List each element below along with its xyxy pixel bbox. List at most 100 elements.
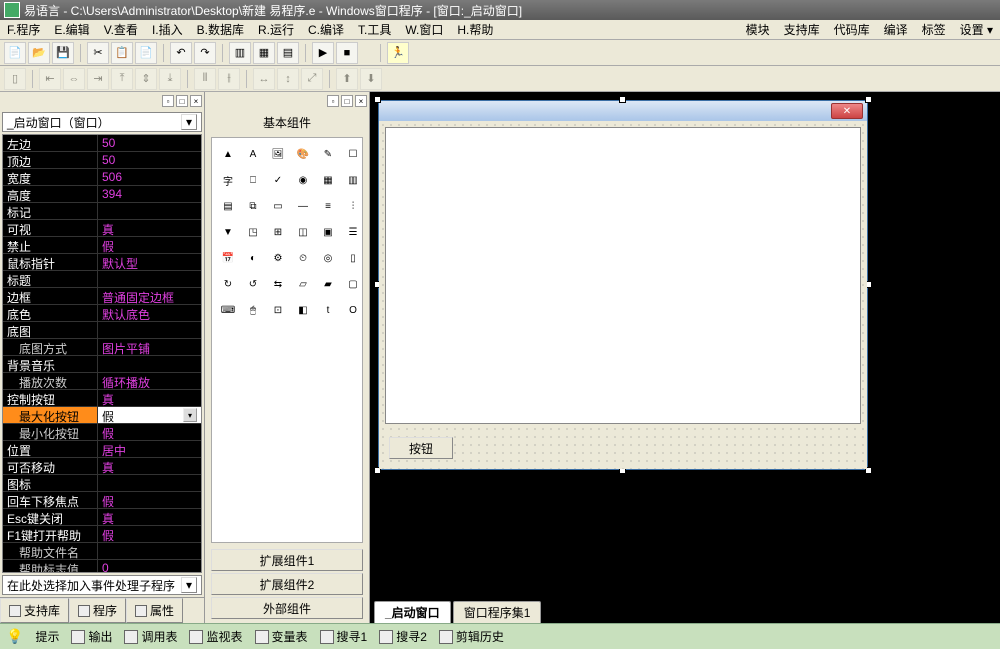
dropdown-arrow-icon[interactable]: ▾ — [181, 577, 197, 593]
open-button[interactable]: 📂 — [28, 42, 50, 64]
component-icon[interactable]: ▥ — [343, 170, 363, 190]
property-row[interactable]: F1键打开帮助假 — [3, 526, 201, 543]
design-button-control[interactable]: 按钮 — [389, 437, 453, 459]
property-row[interactable]: 图标 — [3, 475, 201, 492]
component-icon[interactable]: ⊞ — [268, 222, 288, 242]
property-row[interactable]: 回车下移焦点假 — [3, 492, 201, 509]
component-icon[interactable]: ☐ — [343, 144, 363, 164]
component-icon[interactable]: ▰ — [318, 274, 338, 294]
menu-window[interactable]: W.窗口 — [398, 19, 450, 40]
canvas-control[interactable] — [385, 127, 861, 424]
property-row[interactable]: 标题 — [3, 271, 201, 288]
cut-button[interactable]: ✂ — [87, 42, 109, 64]
dropdown-arrow-icon[interactable]: ▾ — [181, 114, 197, 130]
property-row[interactable]: 高度394 — [3, 186, 201, 203]
component-icon[interactable]: ⚙ — [268, 248, 288, 268]
dist-h-button[interactable]: ⫴ — [194, 68, 216, 90]
component-icon[interactable]: ⎕ — [243, 170, 263, 190]
paste-button[interactable]: 📄 — [135, 42, 157, 64]
property-value[interactable] — [98, 322, 201, 338]
menu-tags[interactable]: 标签 — [915, 19, 953, 40]
layout1-button[interactable]: ▥ — [229, 42, 251, 64]
property-value[interactable] — [98, 271, 201, 287]
component-icon[interactable]: 🖱 — [243, 300, 263, 320]
component-icon[interactable]: ✓ — [268, 170, 288, 190]
design-tab-programset[interactable]: 窗口程序集1 — [453, 601, 542, 623]
menu-edit[interactable]: E.编辑 — [47, 19, 96, 40]
property-row[interactable]: 帮助文件名 — [3, 543, 201, 560]
resize-handle[interactable] — [619, 96, 626, 103]
resize-handle[interactable] — [374, 96, 381, 103]
property-row[interactable]: 可视真 — [3, 220, 201, 237]
front-button[interactable]: ⬆ — [336, 68, 358, 90]
panel-dock-icon[interactable]: □ — [341, 95, 353, 107]
form-designer[interactable]: ✕ 按钮 — [378, 100, 868, 470]
property-row[interactable]: 最大化按钮假▾ — [3, 407, 201, 424]
component-icon[interactable]: ▱ — [293, 274, 313, 294]
property-value[interactable]: 图片平铺 — [98, 339, 201, 355]
person-icon[interactable]: 🏃 — [387, 42, 409, 64]
component-icon[interactable]: — — [293, 196, 313, 216]
property-row[interactable]: 标记 — [3, 203, 201, 220]
component-icon[interactable]: ◧ — [293, 300, 313, 320]
back-button[interactable]: ⬇ — [360, 68, 382, 90]
panel-close-icon[interactable]: × — [190, 95, 202, 107]
status-hint[interactable]: 提示 — [35, 628, 59, 645]
menu-settings[interactable]: 设置 ▾ — [953, 19, 1000, 40]
stop-button[interactable]: ■ — [336, 42, 358, 64]
align-top-button[interactable]: ⤒ — [111, 68, 133, 90]
property-value[interactable]: 真 — [98, 509, 201, 525]
form-body[interactable]: 按钮 — [379, 121, 867, 469]
property-row[interactable]: 帮助标志值0 — [3, 560, 201, 573]
component-icon[interactable]: 🎨 — [293, 144, 313, 164]
component-icon[interactable]: ⧉ — [243, 196, 263, 216]
align-middle-button[interactable]: ⇕ — [135, 68, 157, 90]
status-callstack[interactable]: 调用表 — [124, 628, 177, 645]
align-right-button[interactable]: ⇥ — [87, 68, 109, 90]
component-icon[interactable]: ⇆ — [268, 274, 288, 294]
design-tab-startwindow[interactable]: _启动窗口 — [374, 601, 451, 623]
property-value[interactable] — [98, 543, 201, 559]
property-row[interactable]: 禁止假 — [3, 237, 201, 254]
component-icon[interactable]: ⏲ — [293, 248, 313, 268]
size2-button[interactable]: ↕ — [277, 68, 299, 90]
property-value[interactable] — [98, 203, 201, 219]
panel-close-icon[interactable]: × — [355, 95, 367, 107]
property-value[interactable]: 默认底色 — [98, 305, 201, 321]
component-icon[interactable]: ◳ — [243, 222, 263, 242]
property-value[interactable]: 假▾ — [98, 407, 201, 423]
property-value[interactable]: 假 — [98, 424, 201, 440]
component-icon[interactable]: ↺ — [243, 274, 263, 294]
component-icon[interactable]: ◉ — [293, 170, 313, 190]
component-icon[interactable]: ▦ — [318, 170, 338, 190]
component-icon[interactable]: ⫶ — [343, 196, 363, 216]
ext-components-2-button[interactable]: 扩展组件2 — [211, 573, 363, 595]
size3-button[interactable]: ⤢ — [301, 68, 323, 90]
size1-button[interactable]: ↔ — [253, 68, 275, 90]
tab-properties[interactable]: 属性 — [126, 598, 183, 623]
menu-module[interactable]: 模块 — [739, 19, 777, 40]
status-search1[interactable]: 搜寻1 — [320, 628, 368, 645]
property-row[interactable]: 顶边50 — [3, 152, 201, 169]
property-row[interactable]: 最小化按钮假 — [3, 424, 201, 441]
component-icon[interactable]: ▯ — [343, 248, 363, 268]
property-value[interactable]: 真 — [98, 458, 201, 474]
external-components-button[interactable]: 外部组件 — [211, 597, 363, 619]
property-value[interactable]: 假 — [98, 492, 201, 508]
panel-minimize-icon[interactable]: ▫ — [162, 95, 174, 107]
menu-compile2[interactable]: 编译 — [877, 19, 915, 40]
property-value[interactable]: 默认型 — [98, 254, 201, 270]
property-value[interactable]: 假 — [98, 237, 201, 253]
component-icon[interactable]: ◫ — [293, 222, 313, 242]
panel-minimize-icon[interactable]: ▫ — [327, 95, 339, 107]
component-icon[interactable]: ⌨ — [218, 300, 238, 320]
copy-button[interactable]: 📋 — [111, 42, 133, 64]
component-icon[interactable]: ◐ — [243, 248, 263, 268]
status-cliphistory[interactable]: 剪辑历史 — [439, 628, 504, 645]
property-value[interactable]: 50 — [98, 135, 201, 151]
menu-codelib[interactable]: 代码库 — [827, 19, 877, 40]
menu-supportlib[interactable]: 支持库 — [777, 19, 827, 40]
redo-button[interactable]: ↷ — [194, 42, 216, 64]
property-value[interactable]: 普通固定边框 — [98, 288, 201, 304]
property-row[interactable]: 可否移动真 — [3, 458, 201, 475]
